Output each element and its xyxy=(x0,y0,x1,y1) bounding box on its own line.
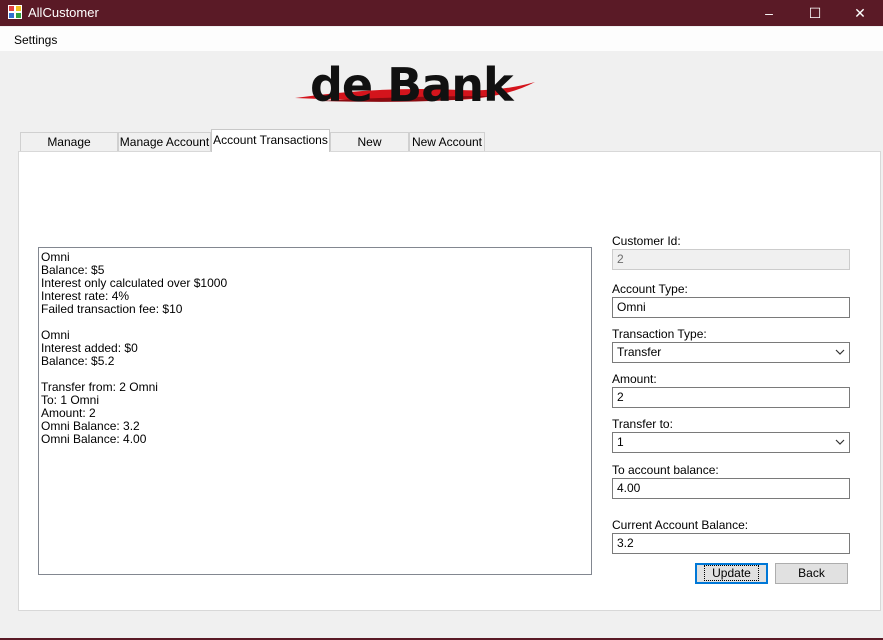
minimize-button[interactable]: – xyxy=(746,0,792,26)
logo-text: de Bank xyxy=(310,58,514,112)
tab-account-transactions[interactable]: Account Transactions xyxy=(211,129,330,152)
app-window: AllCustomer – ☐ ✕ Settings de Bank Manag… xyxy=(0,0,883,638)
account-type-field[interactable]: Omni xyxy=(612,297,850,318)
menu-settings[interactable]: Settings xyxy=(14,33,57,47)
amount-label: Amount: xyxy=(612,372,657,386)
back-button[interactable]: Back xyxy=(775,563,848,584)
tab-new-customer[interactable]: New Customer xyxy=(330,132,409,168)
transaction-type-label: Transaction Type: xyxy=(612,327,707,341)
to-account-balance-label: To account balance: xyxy=(612,463,719,477)
tab-manage-account[interactable]: Manage Account xyxy=(118,132,211,151)
account-type-label: Account Type: xyxy=(612,282,688,296)
maximize-button[interactable]: ☐ xyxy=(792,0,838,26)
transfer-to-label: Transfer to: xyxy=(612,417,673,431)
transfer-to-value: 1 xyxy=(617,435,624,449)
tab-new-account[interactable]: New Account xyxy=(409,132,485,151)
update-button[interactable]: Update xyxy=(695,563,768,584)
transfer-to-select[interactable]: 1 xyxy=(612,432,850,453)
amount-field[interactable]: 2 xyxy=(612,387,850,408)
transaction-type-value: Transfer xyxy=(617,345,662,359)
to-account-balance-field[interactable]: 4.00 xyxy=(612,478,850,499)
menu-bar: Settings xyxy=(0,27,883,51)
customer-id-label: Customer Id: xyxy=(612,234,681,248)
transaction-log[interactable]: Omni Balance: $5 Interest only calculate… xyxy=(38,247,592,575)
tab-manage-customer[interactable]: Manage Customer xyxy=(20,132,118,168)
transaction-type-select[interactable]: Transfer xyxy=(612,342,850,363)
title-bar[interactable]: AllCustomer – ☐ ✕ xyxy=(0,0,883,26)
chevron-down-icon xyxy=(835,343,845,365)
chevron-down-icon xyxy=(835,433,845,455)
customer-id-field[interactable]: 2 xyxy=(612,249,850,270)
current-balance-field[interactable]: 3.2 xyxy=(612,533,850,554)
close-button[interactable]: ✕ xyxy=(837,0,883,26)
current-balance-label: Current Account Balance: xyxy=(612,518,749,532)
update-button-label: Update xyxy=(704,565,759,581)
app-icon xyxy=(8,5,22,19)
window-title: AllCustomer xyxy=(28,5,99,20)
bank-logo: de Bank xyxy=(290,58,540,120)
